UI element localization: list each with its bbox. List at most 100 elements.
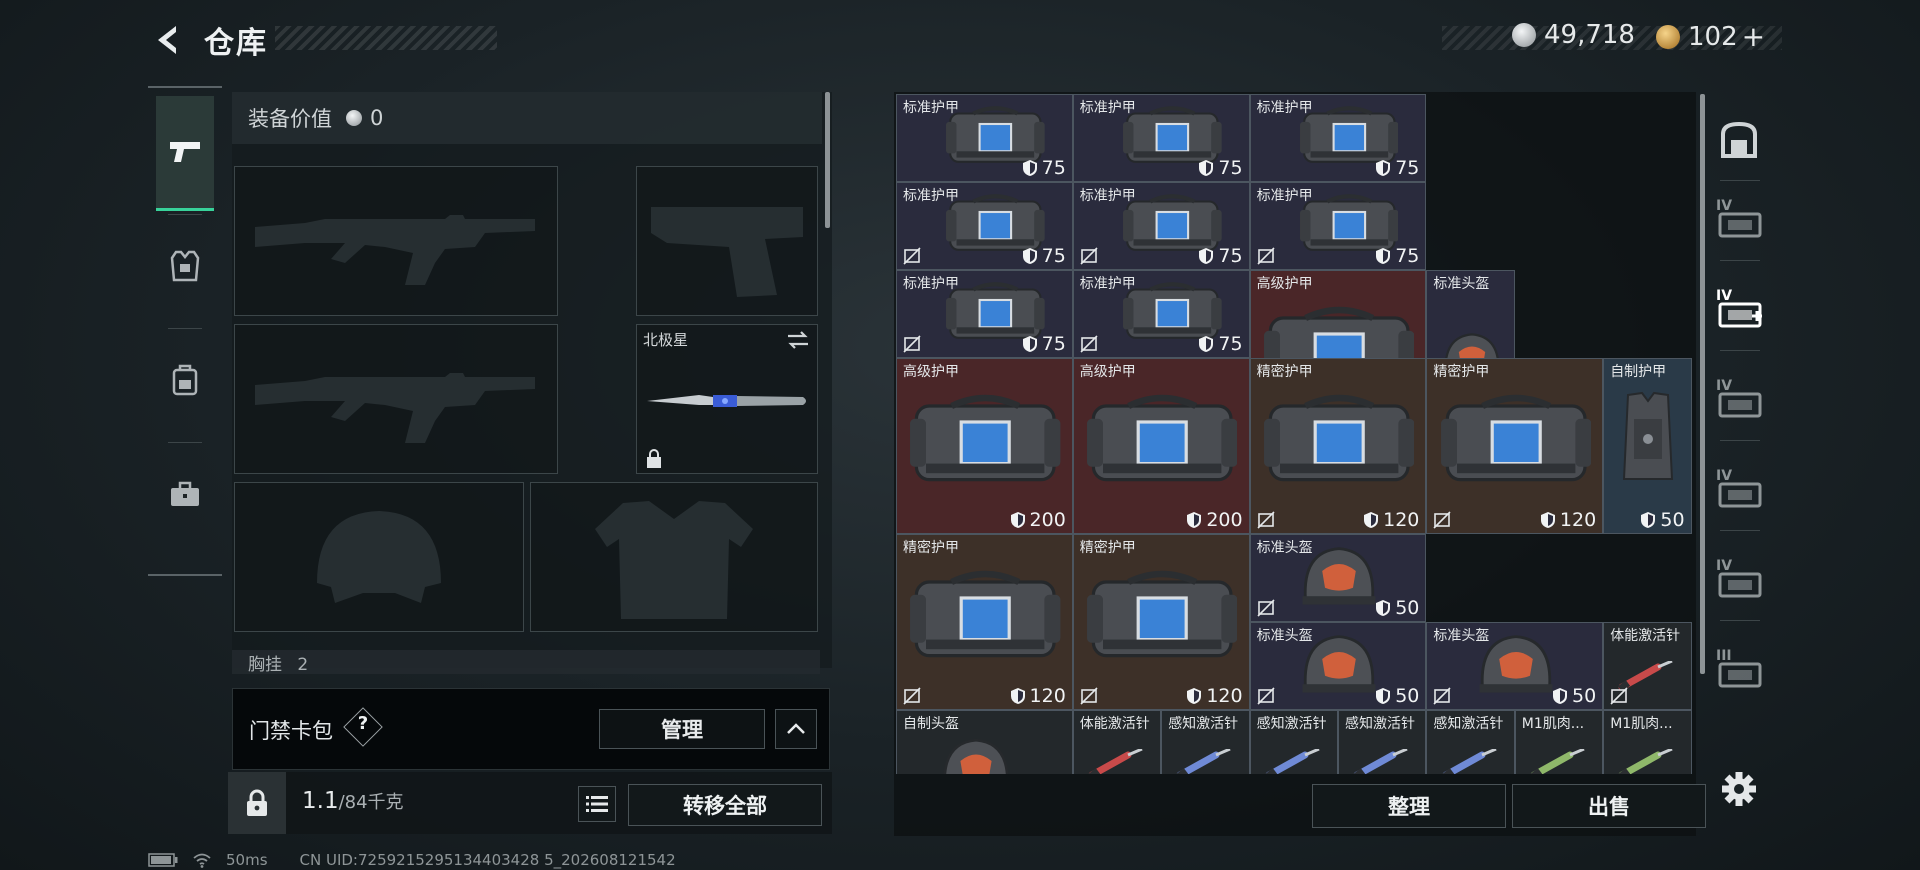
list-view-button[interactable] [578, 786, 616, 822]
tab-case[interactable] [156, 444, 214, 544]
stash-item[interactable]: 标准护甲 75 [1249, 182, 1427, 270]
item-durability: 200 [1010, 509, 1066, 531]
stash-item[interactable]: 高级护甲 200 [896, 358, 1073, 534]
container-tab[interactable] [1712, 110, 1766, 170]
durability-value: 75 [1218, 245, 1243, 267]
rail-divider [1720, 620, 1760, 621]
back-icon[interactable] [150, 22, 184, 58]
stash-item[interactable]: 高级护甲 200 [1072, 358, 1250, 534]
container-tab[interactable]: IV [1712, 370, 1766, 430]
item-durability: 75 [1198, 157, 1243, 179]
stash-item[interactable]: 体能激活针 [1603, 622, 1692, 710]
chevron-up-icon [787, 723, 805, 734]
unavailable-icon [1257, 599, 1275, 617]
body-armor-slot[interactable] [530, 482, 818, 632]
stash-item[interactable]: 感知激活针 [1426, 710, 1515, 774]
stash-item[interactable]: 标准护甲 75 [1072, 270, 1250, 358]
tab-backpack[interactable] [156, 330, 214, 430]
manage-button[interactable]: 管理 [599, 709, 765, 749]
unavailable-icon [1080, 335, 1098, 353]
lock-button[interactable] [228, 772, 286, 834]
stash-scrollbar[interactable] [1700, 94, 1705, 674]
durability-value: 120 [1206, 685, 1243, 707]
stash-item[interactable]: 感知激活针 [1338, 710, 1427, 774]
stash-item[interactable]: 精密护甲 120 [1072, 534, 1250, 710]
stash-item[interactable]: 精密护甲 120 [1249, 358, 1427, 534]
durability-value: 50 [1395, 597, 1420, 619]
stash-item[interactable]: 标准护甲 75 [1072, 94, 1250, 182]
sell-button[interactable]: 出售 [1512, 784, 1706, 828]
durability-value: 200 [1206, 509, 1243, 531]
stash-item[interactable]: M1肌肉... [1603, 710, 1692, 774]
item-art [937, 735, 1015, 774]
chest-rig-label: 胸挂 [248, 655, 282, 674]
stash-item[interactable]: 标准护甲 75 [896, 94, 1073, 182]
expand-button[interactable] [775, 709, 817, 749]
container-tab[interactable]: IV [1712, 280, 1766, 340]
add-premium-button[interactable]: + [1742, 20, 1765, 53]
settings-button[interactable] [1720, 770, 1758, 808]
premium-amount: 102 [1688, 21, 1738, 52]
loadout-scrollbar[interactable] [825, 92, 830, 228]
container-tab[interactable]: IV [1712, 550, 1766, 610]
stash-item[interactable]: 感知激活针 [1161, 710, 1250, 774]
stash-item[interactable]: M1肌肉... [1514, 710, 1604, 774]
unavailable-icon [1433, 687, 1451, 705]
durability-value: 75 [1041, 245, 1066, 267]
transfer-all-button[interactable]: 转移全部 [628, 784, 822, 826]
durability-value: 120 [1383, 509, 1420, 531]
help-icon[interactable]: ? [353, 713, 373, 734]
unavailable-icon [903, 687, 921, 705]
melee-slot[interactable]: 北极星 [636, 324, 818, 474]
stash-item[interactable]: 精密护甲 120 [896, 534, 1073, 710]
durability-value: 75 [1041, 333, 1066, 355]
tab-weapons[interactable] [156, 96, 214, 211]
stash-item[interactable]: 自制护甲 50 [1603, 358, 1692, 534]
stash-item[interactable]: 感知激活针 [1249, 710, 1338, 774]
container-tab[interactable]: IV [1712, 460, 1766, 520]
sidearm-slot[interactable] [636, 166, 818, 316]
stash-grid: 标准护甲 75 标准护甲 75 标准护甲 75 标准护甲 75 标准护甲 75 标准护甲 75 标准护甲… [896, 94, 1692, 774]
item-art [1264, 749, 1325, 774]
item-durability: 50 [1375, 597, 1419, 619]
lock-icon [647, 449, 661, 468]
container-tier: IV [1716, 378, 1733, 394]
battery-icon [148, 853, 178, 867]
unavailable-icon [903, 335, 921, 353]
stash-item[interactable]: 标准头盔50 [1426, 622, 1604, 710]
chest-rig-count: 2 [297, 655, 309, 674]
item-name: 感知激活针 [1168, 716, 1239, 732]
secondary-weapon-slot[interactable] [234, 324, 558, 474]
container-tab[interactable]: III [1712, 640, 1766, 700]
container-tab[interactable]: IV [1712, 190, 1766, 250]
backpack-icon [172, 364, 198, 396]
sort-button[interactable]: 整理 [1312, 784, 1506, 828]
capacity-bar: 1.1/84千克 转移全部 [228, 772, 832, 834]
swap-icon[interactable] [785, 329, 811, 351]
tab-armor[interactable] [156, 216, 214, 316]
item-durability: 120 [1186, 685, 1243, 707]
item-name: 感知激活针 [1256, 716, 1327, 732]
coin-icon [1512, 23, 1536, 47]
durability-value: 200 [1029, 509, 1066, 531]
premium-balance[interactable]: 102 + [1656, 20, 1765, 53]
item-durability: 200 [1186, 509, 1243, 531]
pistol-silhouette-icon [651, 207, 803, 297]
vest-art [1618, 389, 1678, 489]
stash-item[interactable]: 标准护甲 75 [1249, 94, 1427, 182]
stash-item[interactable]: 精密护甲 120 [1426, 358, 1604, 534]
stash-item[interactable]: 标准头盔50 [1249, 622, 1427, 710]
primary-weapon-slot[interactable] [234, 166, 558, 316]
durability-value: 75 [1218, 157, 1243, 179]
container-tier: IV [1716, 558, 1733, 574]
stash-item[interactable]: 体能激活针 [1072, 710, 1162, 774]
unavailable-icon [903, 247, 921, 265]
stash-item[interactable]: 标准护甲 75 [896, 270, 1073, 358]
stash-item[interactable]: 自制头盔 [896, 710, 1073, 774]
chest-rig-header[interactable]: 胸挂 2 [232, 650, 820, 674]
stash-item[interactable]: 标准护甲 75 [896, 182, 1073, 270]
stash-item[interactable]: 标准护甲 75 [1072, 182, 1250, 270]
stash-item[interactable]: 标准头盔50 [1249, 534, 1427, 622]
helmet-slot[interactable] [234, 482, 524, 632]
safe-box-icon [1721, 121, 1757, 158]
